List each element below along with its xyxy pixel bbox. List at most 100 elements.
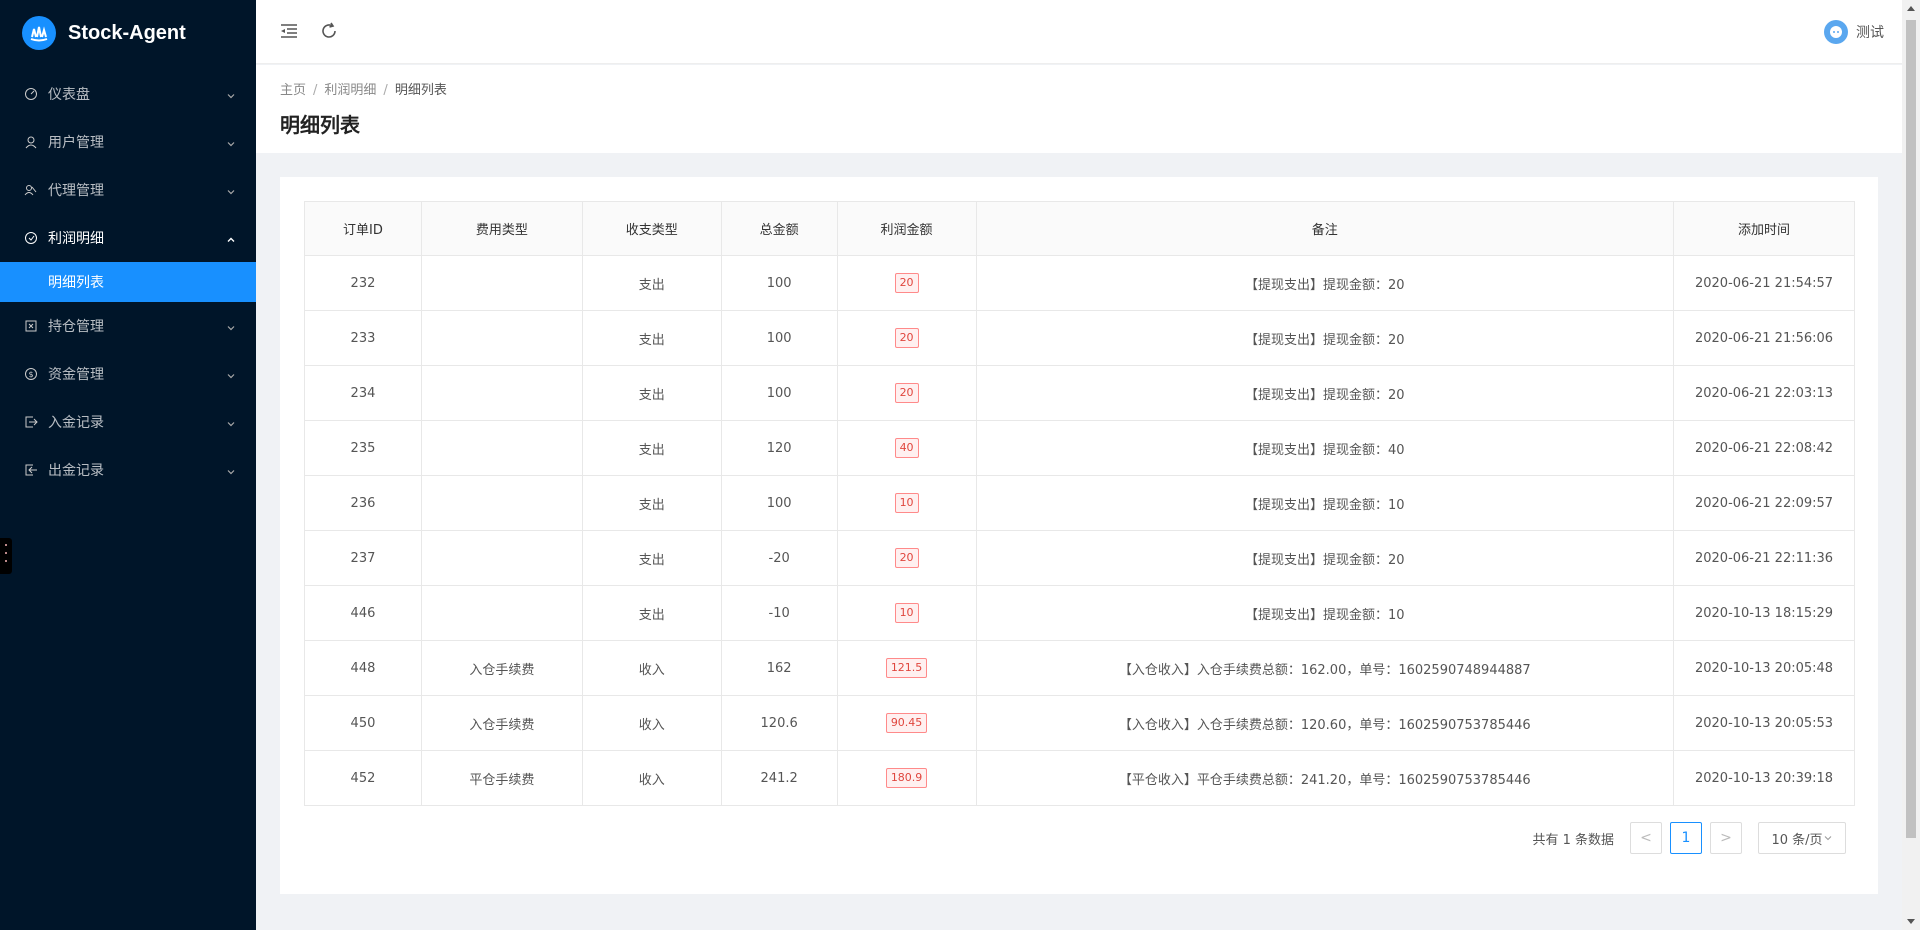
chevron-down-icon <box>226 137 236 147</box>
table-cell: 20 <box>836 310 977 366</box>
table-cell: 支出 <box>581 530 722 586</box>
sidebar-item-5[interactable]: $ 资金管理 <box>0 350 256 398</box>
brand-title: Stock-Agent <box>68 21 186 44</box>
sidebar-subitem-3-0[interactable]: 明细列表 <box>0 262 256 302</box>
profit-icon <box>24 231 38 245</box>
table-cell: 【入仓收入】入仓手续费总额：162.00，单号：1602590748944887 <box>975 640 1675 696</box>
table-cell: 20 <box>836 365 977 421</box>
table-cell: 2020-10-13 20:05:48 <box>1673 640 1855 696</box>
table-row: 450 入仓手续费 收入 120.6 90.45 【入仓收入】入仓手续费总额：120.60… <box>304 695 1855 751</box>
table-cell: 【提现支出】提现金额：20 <box>975 530 1675 586</box>
sidebar-item-label: 用户管理 <box>48 135 104 151</box>
breadcrumb-home[interactable]: 主页 <box>280 83 306 98</box>
table-cell: 平仓手续费 <box>420 750 583 806</box>
profit-amount-tag: 40 <box>894 438 919 458</box>
table-cell: 2020-10-13 20:05:53 <box>1673 695 1855 751</box>
table-cell: 90.45 <box>836 695 977 751</box>
table-cell: 120 <box>720 420 838 476</box>
scroll-down-icon[interactable] <box>1907 919 1915 924</box>
table-cell: 100 <box>720 365 838 421</box>
position-icon <box>24 319 38 333</box>
table-cell: 支出 <box>581 255 722 311</box>
table-cell: 448 <box>304 640 422 696</box>
page-scrollbar[interactable] <box>1902 0 1920 930</box>
pagination-page-1[interactable]: 1 <box>1670 822 1702 854</box>
sidebar-item-label: 利润明细 <box>48 231 104 247</box>
sidebar-item-6[interactable]: 入金记录 <box>0 398 256 446</box>
sidebar-item-2[interactable]: 代理管理 <box>0 166 256 214</box>
withdraw-icon <box>24 463 38 477</box>
table-cell: 237 <box>304 530 422 586</box>
table-row: 237 支出 -20 20 【提现支出】提现金额：20 2020-06-21 22:11:… <box>304 530 1855 586</box>
scroll-up-icon[interactable] <box>1907 6 1915 11</box>
table-cell <box>420 585 583 641</box>
table-cell: 【提现支出】提现金额：10 <box>975 585 1675 641</box>
table-cell: 446 <box>304 585 422 641</box>
breadcrumb-profit[interactable]: 利润明细 <box>324 83 376 98</box>
user-menu[interactable]: 测试 <box>1824 20 1884 44</box>
sidebar-item-0[interactable]: 仪表盘 <box>0 70 256 118</box>
breadcrumb: 主页 / 利润明细 / 明细列表 <box>280 83 447 98</box>
dashboard-icon <box>24 87 38 101</box>
profit-amount-tag: 20 <box>894 273 919 293</box>
sidebar: Stock-Agent 仪表盘用户管理代理管理利润明细明细列表 持仓管理 $ 资金管理… <box>0 0 256 930</box>
table-cell: 2020-06-21 22:08:42 <box>1673 420 1855 476</box>
table-cell <box>420 420 583 476</box>
sidebar-item-1[interactable]: 用户管理 <box>0 118 256 166</box>
sidebar-collapse-handle[interactable] <box>0 538 12 574</box>
brand[interactable]: Stock-Agent <box>0 0 256 66</box>
table-cell: 2020-10-13 20:39:18 <box>1673 750 1855 806</box>
table-cell <box>420 530 583 586</box>
table-cell: 收入 <box>581 640 722 696</box>
top-header: 测试 <box>256 0 1902 64</box>
content-card: 订单ID 费用类型 收支类型 总金额 利润金额 备注 添加时间 232 支出 100 20 【提现支… <box>280 177 1878 894</box>
table-cell: 40 <box>836 420 977 476</box>
profit-amount-tag: 90.45 <box>885 713 928 733</box>
profit-amount-tag: 20 <box>894 548 919 568</box>
table-cell: 支出 <box>581 365 722 421</box>
table-cell: 235 <box>304 420 422 476</box>
table-cell: 入仓手续费 <box>420 640 583 696</box>
deposit-icon <box>24 415 38 429</box>
table-row: 233 支出 100 20 【提现支出】提现金额：20 2020-06-21 21:56:… <box>304 310 1855 366</box>
chevron-down-icon <box>1824 836 1831 841</box>
table-cell: 100 <box>720 475 838 531</box>
table-cell: 【提现支出】提现金额：20 <box>975 255 1675 311</box>
column-header: 利润金额 <box>836 201 977 256</box>
sidebar-menu: 仪表盘用户管理代理管理利润明细明细列表 持仓管理 $ 资金管理入金记录出金记录 <box>0 70 256 494</box>
menu-fold-icon[interactable] <box>278 20 300 42</box>
pagination-prev-button[interactable]: < <box>1630 822 1662 854</box>
table-cell: 【入仓收入】入仓手续费总额：120.60，单号：1602590753785446 <box>975 695 1675 751</box>
table-row: 446 支出 -10 10 【提现支出】提现金额：10 2020-10-13 18:15:… <box>304 585 1855 641</box>
sidebar-item-label: 入金记录 <box>48 415 104 431</box>
table-cell <box>420 310 583 366</box>
profit-amount-tag: 121.5 <box>885 658 928 678</box>
sidebar-item-3[interactable]: 利润明细 <box>0 214 256 262</box>
table-cell: 【提现支出】提现金额：20 <box>975 365 1675 421</box>
table-cell: 20 <box>836 255 977 311</box>
table-cell: 100 <box>720 255 838 311</box>
profit-amount-tag: 10 <box>894 493 919 513</box>
sidebar-item-4[interactable]: 持仓管理 <box>0 302 256 350</box>
table-cell: 452 <box>304 750 422 806</box>
table-row: 448 入仓手续费 收入 162 121.5 【入仓收入】入仓手续费总额：162.00，单… <box>304 640 1855 696</box>
logo-icon <box>22 16 56 50</box>
sidebar-item-label: 仪表盘 <box>48 87 90 103</box>
page-size-select[interactable]: 10 条/页 <box>1758 822 1846 854</box>
pagination-next-button[interactable]: > <box>1710 822 1742 854</box>
table-cell: 121.5 <box>836 640 977 696</box>
column-header: 订单ID <box>304 201 422 256</box>
sidebar-item-label: 资金管理 <box>48 367 104 383</box>
table-cell: 2020-06-21 21:54:57 <box>1673 255 1855 311</box>
table-row: 236 支出 100 10 【提现支出】提现金额：10 2020-06-21 22:09:… <box>304 475 1855 531</box>
money-icon: $ <box>24 367 38 381</box>
table-cell: 20 <box>836 530 977 586</box>
table-cell: 收入 <box>581 695 722 751</box>
sidebar-item-7[interactable]: 出金记录 <box>0 446 256 494</box>
table-cell: 【提现支出】提现金额：10 <box>975 475 1675 531</box>
scroll-thumb[interactable] <box>1906 20 1916 838</box>
chevron-down-icon <box>226 465 236 475</box>
table-cell: 2020-10-13 18:15:29 <box>1673 585 1855 641</box>
refresh-icon[interactable] <box>318 20 340 42</box>
table-cell: 233 <box>304 310 422 366</box>
